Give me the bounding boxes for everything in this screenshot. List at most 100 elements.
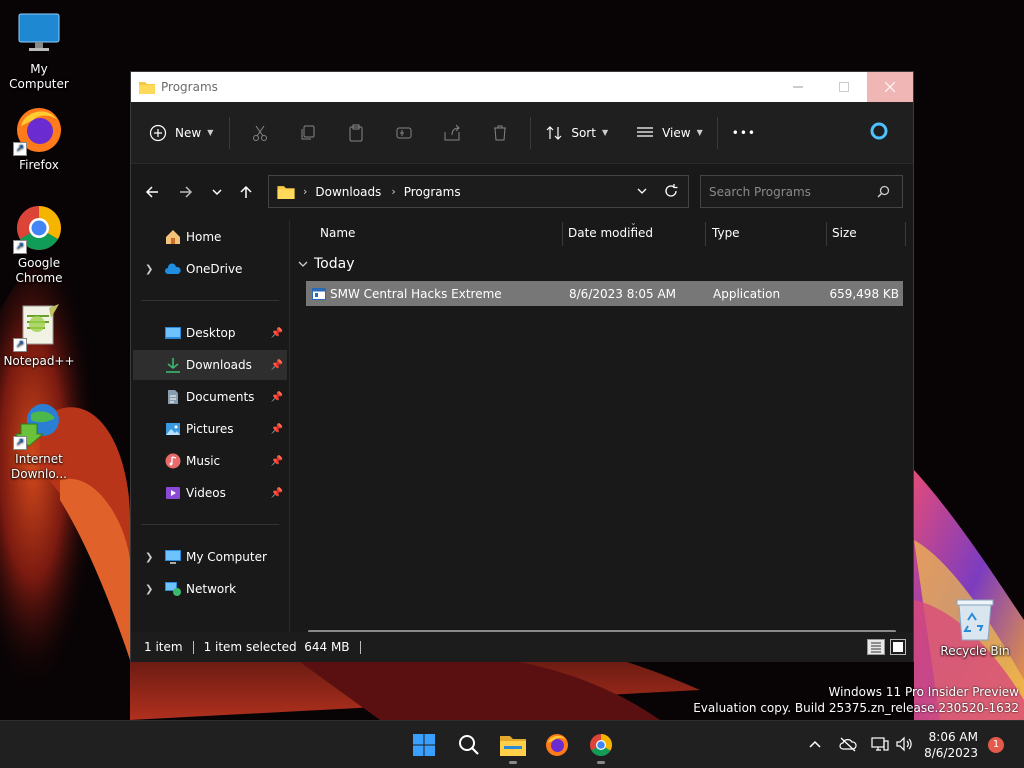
- plus-circle-icon: [149, 124, 167, 141]
- sidebar-item-documents[interactable]: Documents 📌: [133, 382, 287, 412]
- details-view-button[interactable]: [867, 639, 885, 655]
- pin-icon[interactable]: 📌: [271, 456, 283, 467]
- column-header-date-modified[interactable]: Date modified: [568, 220, 653, 246]
- trash-icon: [494, 125, 507, 140]
- sidebar-item-desktop[interactable]: Desktop 📌: [133, 318, 287, 348]
- column-header-size[interactable]: Size: [832, 220, 857, 246]
- desktop-icon-internet-download-manager[interactable]: ↗ Internet Downlo...: [1, 400, 77, 482]
- file-date-modified: 8/6/2023 8:05 AM: [569, 286, 677, 301]
- taskbar-chrome[interactable]: [586, 730, 616, 764]
- column-divider[interactable]: [826, 222, 827, 246]
- more-options-button[interactable]: •••: [732, 115, 756, 151]
- desktop-icon-my-computer[interactable]: My Computer: [1, 10, 77, 92]
- notification-badge[interactable]: 1: [988, 737, 1004, 753]
- column-header-name[interactable]: Name: [320, 220, 355, 246]
- sidebar-item-pictures[interactable]: Pictures 📌: [133, 414, 287, 444]
- close-button[interactable]: [867, 72, 913, 102]
- system-clock[interactable]: 8:06 AM 8/6/2023: [920, 729, 978, 761]
- minimize-button[interactable]: [775, 72, 821, 102]
- cut-button[interactable]: [244, 115, 276, 151]
- taskbar-firefox[interactable]: [542, 730, 572, 760]
- recent-locations-button[interactable]: [202, 177, 232, 207]
- desktop-icon-google-chrome[interactable]: ↗ Google Chrome: [1, 204, 77, 286]
- chevron-right-icon[interactable]: ❯: [145, 264, 153, 275]
- toolbar-divider: [530, 116, 532, 149]
- desktop-icon-recycle-bin[interactable]: Recycle Bin: [937, 598, 1013, 659]
- show-hidden-icons-button[interactable]: [808, 737, 822, 754]
- sidebar-item-onedrive[interactable]: ❯ OneDrive: [133, 254, 287, 284]
- column-divider[interactable]: [705, 222, 706, 246]
- desktop-icon-notepad-plus-plus[interactable]: ↗ Notepad++: [1, 302, 77, 369]
- column-header-type[interactable]: Type: [712, 220, 740, 246]
- sidebar-item-my-computer[interactable]: ❯ My Computer: [133, 542, 287, 572]
- desktop-icon-label: My Computer: [9, 62, 69, 91]
- chevron-down-icon: [298, 261, 308, 267]
- close-icon: [885, 82, 895, 92]
- sort-indicator-icon: ⌄: [630, 218, 637, 227]
- sidebar-item-network[interactable]: ❯ Network: [133, 574, 287, 604]
- onedrive-offline-button[interactable]: [839, 736, 857, 755]
- desktop-folder-icon: [165, 327, 181, 339]
- table-row[interactable]: SMW Central Hacks Extreme 8/6/2023 8:05 …: [306, 281, 903, 306]
- desktop-icon-label: Recycle Bin: [940, 644, 1010, 658]
- refresh-button[interactable]: [664, 184, 678, 201]
- minimize-icon: [793, 86, 803, 88]
- navigation-row: › Downloads › Programs Search Programs: [131, 164, 913, 220]
- network-status-button[interactable]: [871, 735, 889, 756]
- breadcrumb-programs[interactable]: Programs: [404, 185, 461, 199]
- forward-button[interactable]: [171, 177, 201, 207]
- share-button[interactable]: [436, 115, 468, 151]
- desktop-icon-label: Notepad++: [3, 354, 75, 368]
- chevron-right-icon[interactable]: ❯: [145, 584, 153, 595]
- address-history-button[interactable]: [636, 185, 648, 200]
- address-bar[interactable]: › Downloads › Programs: [268, 175, 689, 208]
- pin-icon[interactable]: 📌: [271, 360, 283, 371]
- search-icon: [877, 185, 890, 201]
- volume-button[interactable]: [895, 735, 913, 756]
- pin-icon[interactable]: 📌: [271, 488, 283, 499]
- search-input[interactable]: Search Programs: [700, 175, 903, 208]
- pin-icon[interactable]: 📌: [271, 328, 283, 339]
- maximize-button[interactable]: [821, 72, 867, 102]
- sort-button[interactable]: Sort ▼: [545, 115, 608, 151]
- search-placeholder: Search Programs: [709, 184, 811, 199]
- taskbar-file-explorer[interactable]: [498, 730, 528, 764]
- watermark-line-2: Evaluation copy. Build 25375.zn_release.…: [693, 701, 1019, 715]
- paste-button[interactable]: [340, 115, 372, 151]
- copy-button[interactable]: [292, 115, 324, 151]
- delete-button[interactable]: [484, 115, 516, 151]
- title-bar[interactable]: Programs: [131, 72, 913, 102]
- back-button[interactable]: [137, 177, 167, 207]
- column-divider[interactable]: [562, 222, 563, 246]
- music-icon: [165, 453, 181, 469]
- toolbar-divider: [229, 116, 231, 149]
- pin-icon[interactable]: 📌: [271, 392, 283, 403]
- running-indicator: [597, 761, 605, 764]
- new-button[interactable]: New ▼: [149, 115, 213, 151]
- sidebar-item-music[interactable]: Music 📌: [133, 446, 287, 476]
- start-button[interactable]: [409, 730, 439, 760]
- view-button[interactable]: View ▼: [636, 115, 703, 151]
- desktop-icon-firefox[interactable]: ↗ Firefox: [1, 106, 77, 173]
- tiles-view-button[interactable]: [890, 639, 906, 655]
- file-list: Name Date modified ⌄ Type Size Today SMW…: [290, 218, 913, 633]
- cloud-icon: [165, 263, 181, 274]
- speaker-icon: [896, 736, 912, 752]
- up-button[interactable]: [231, 177, 261, 207]
- sidebar-item-home[interactable]: Home: [133, 222, 287, 252]
- breadcrumb-downloads[interactable]: Downloads: [315, 185, 381, 199]
- status-divider: [359, 640, 361, 654]
- sidebar-item-downloads[interactable]: Downloads 📌: [133, 350, 287, 380]
- column-divider[interactable]: [905, 222, 906, 246]
- copilot-ring-icon[interactable]: [869, 121, 889, 144]
- rename-button[interactable]: [388, 115, 420, 151]
- file-explorer-window[interactable]: Programs New ▼ Sort ▼ View ▼ ••• › Downl…: [130, 71, 914, 662]
- chrome-icon: ↗: [13, 204, 63, 254]
- copy-icon: [301, 125, 315, 139]
- desktop-icon-label: Google Chrome: [15, 256, 63, 285]
- group-header-today[interactable]: Today: [298, 256, 355, 272]
- pin-icon[interactable]: 📌: [271, 424, 283, 435]
- chevron-right-icon[interactable]: ❯: [145, 552, 153, 563]
- search-button[interactable]: [454, 730, 484, 760]
- sidebar-item-videos[interactable]: Videos 📌: [133, 478, 287, 508]
